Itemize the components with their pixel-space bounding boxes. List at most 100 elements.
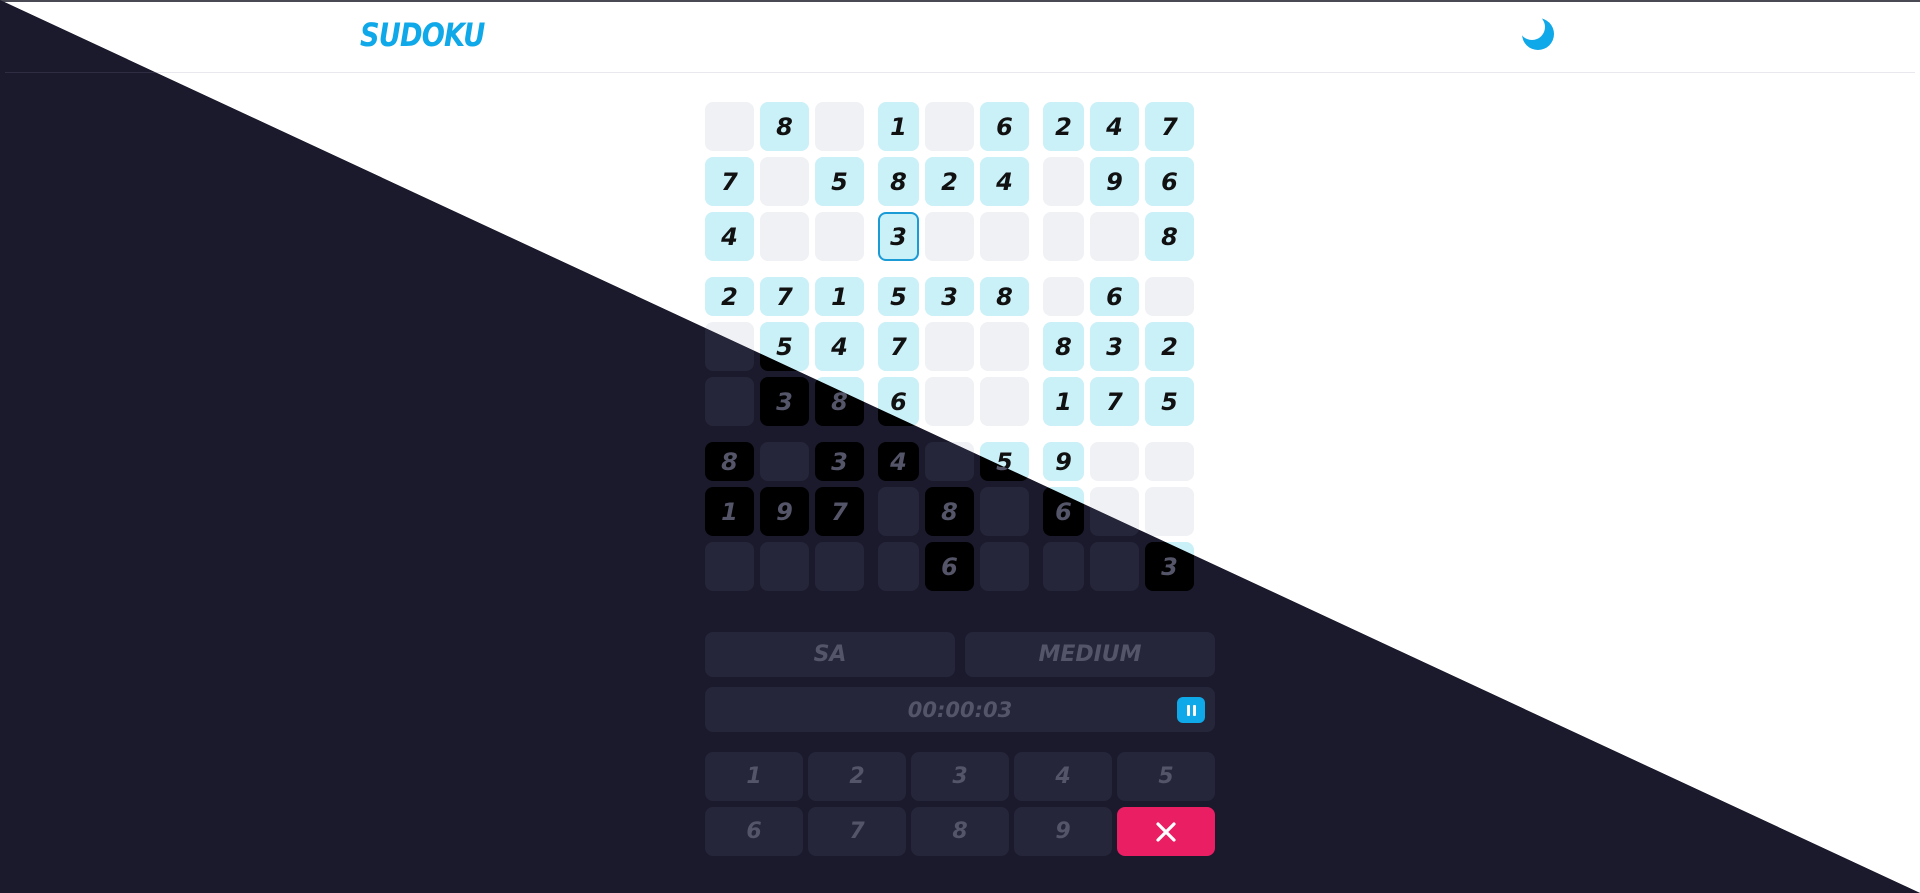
board-cell[interactable] <box>705 377 754 426</box>
header-divider <box>5 72 1915 73</box>
board-cell[interactable] <box>815 212 864 261</box>
board-cell[interactable] <box>1043 212 1084 261</box>
board-cell[interactable] <box>925 377 974 426</box>
board-cell[interactable] <box>925 442 974 481</box>
board-cell[interactable] <box>760 157 809 206</box>
board-cell[interactable] <box>1090 542 1139 591</box>
board-cell[interactable]: 4 <box>705 212 754 261</box>
board-cell[interactable] <box>1090 487 1139 536</box>
board-cell[interactable] <box>1043 277 1084 316</box>
number-button-6[interactable]: 6 <box>705 807 803 856</box>
board-cell[interactable]: 5 <box>815 157 864 206</box>
board-cell[interactable]: 8 <box>705 442 754 481</box>
board-cell[interactable] <box>705 322 754 371</box>
board-cell[interactable]: 7 <box>878 322 919 371</box>
window-top-border <box>0 0 1920 2</box>
board-cell[interactable] <box>1090 442 1139 481</box>
pause-button[interactable] <box>1177 697 1205 723</box>
board-cell[interactable]: 7 <box>1090 377 1139 426</box>
board-cell[interactable]: 4 <box>980 157 1029 206</box>
board-cell[interactable] <box>925 212 974 261</box>
board-cell[interactable]: 4 <box>1090 102 1139 151</box>
board-cell[interactable] <box>925 322 974 371</box>
board-cell[interactable]: 3 <box>815 442 864 481</box>
board-cell[interactable]: 5 <box>1145 377 1194 426</box>
board-cell[interactable]: 1 <box>878 102 919 151</box>
board-cell[interactable] <box>1145 487 1194 536</box>
board-cell[interactable]: 5 <box>980 442 1029 481</box>
board-cell[interactable]: 2 <box>705 277 754 316</box>
board-cell[interactable]: 1 <box>815 277 864 316</box>
board-cell[interactable]: 8 <box>1043 322 1084 371</box>
pause-icon-bar <box>1192 704 1196 716</box>
board-cell[interactable]: 2 <box>1145 322 1194 371</box>
board-cell[interactable] <box>1090 212 1139 261</box>
board-cell[interactable]: 8 <box>925 487 974 536</box>
board-cell[interactable]: 6 <box>878 377 919 426</box>
board-cell[interactable]: 3 <box>760 377 809 426</box>
number-button-7[interactable]: 7 <box>808 807 906 856</box>
board-cell[interactable] <box>815 102 864 151</box>
board-cell[interactable]: 3 <box>878 212 919 261</box>
board-cell[interactable]: 6 <box>925 542 974 591</box>
board-cell[interactable]: 6 <box>1145 157 1194 206</box>
board-cell[interactable] <box>925 102 974 151</box>
board-cell[interactable]: 8 <box>1145 212 1194 261</box>
number-button-2[interactable]: 2 <box>808 752 906 801</box>
board-cell[interactable] <box>760 442 809 481</box>
board-cell[interactable]: 1 <box>1043 377 1084 426</box>
board-cell[interactable] <box>980 322 1029 371</box>
erase-button[interactable] <box>1117 807 1215 856</box>
board-cell[interactable]: 5 <box>760 322 809 371</box>
timer-text: 00:00:03 <box>907 697 1013 722</box>
board-cell[interactable]: 4 <box>878 442 919 481</box>
board-cell[interactable] <box>760 212 809 261</box>
number-button-8[interactable]: 8 <box>911 807 1009 856</box>
board-cell[interactable]: 2 <box>1043 102 1084 151</box>
board-cell[interactable]: 7 <box>1145 102 1194 151</box>
board-cell[interactable]: 3 <box>925 277 974 316</box>
player-initials: SA <box>705 632 955 677</box>
board-cell[interactable] <box>980 377 1029 426</box>
board-cell[interactable]: 8 <box>815 377 864 426</box>
board-cell[interactable] <box>1145 277 1194 316</box>
board-cell[interactable]: 8 <box>980 277 1029 316</box>
number-button-1[interactable]: 1 <box>705 752 803 801</box>
board-cell[interactable]: 7 <box>815 487 864 536</box>
difficulty-label[interactable]: MEDIUM <box>965 632 1215 677</box>
board-cell[interactable] <box>1043 542 1084 591</box>
board-cell[interactable] <box>878 542 919 591</box>
board-cell[interactable] <box>705 102 754 151</box>
board-cell[interactable]: 7 <box>760 277 809 316</box>
board-cell[interactable]: 3 <box>1145 542 1194 591</box>
board-cell[interactable]: 9 <box>760 487 809 536</box>
number-button-3[interactable]: 3 <box>911 752 1009 801</box>
board-cell[interactable]: 9 <box>1090 157 1139 206</box>
board-cell[interactable]: 9 <box>1043 442 1084 481</box>
board-cell[interactable]: 8 <box>878 157 919 206</box>
board-cell[interactable]: 5 <box>878 277 919 316</box>
moon-icon[interactable] <box>1519 14 1556 52</box>
board-cell[interactable]: 1 <box>705 487 754 536</box>
board-cell[interactable]: 3 <box>1090 322 1139 371</box>
board-cell[interactable] <box>980 487 1029 536</box>
number-button-4[interactable]: 4 <box>1014 752 1112 801</box>
logo[interactable]: SUDOKU <box>360 16 485 54</box>
board-cell[interactable] <box>980 212 1029 261</box>
board-cell[interactable] <box>760 542 809 591</box>
board-cell[interactable]: 7 <box>705 157 754 206</box>
number-button-9[interactable]: 9 <box>1014 807 1112 856</box>
board-cell[interactable] <box>1145 442 1194 481</box>
board-cell[interactable]: 6 <box>980 102 1029 151</box>
board-cell[interactable] <box>1043 157 1084 206</box>
number-button-5[interactable]: 5 <box>1117 752 1215 801</box>
board-cell[interactable] <box>705 542 754 591</box>
board-cell[interactable] <box>878 487 919 536</box>
board-cell[interactable]: 6 <box>1043 487 1084 536</box>
board-cell[interactable] <box>815 542 864 591</box>
board-cell[interactable]: 4 <box>815 322 864 371</box>
board-cell[interactable]: 2 <box>925 157 974 206</box>
board-cell[interactable]: 6 <box>1090 277 1139 316</box>
board-cell[interactable] <box>980 542 1029 591</box>
board-cell[interactable]: 8 <box>760 102 809 151</box>
